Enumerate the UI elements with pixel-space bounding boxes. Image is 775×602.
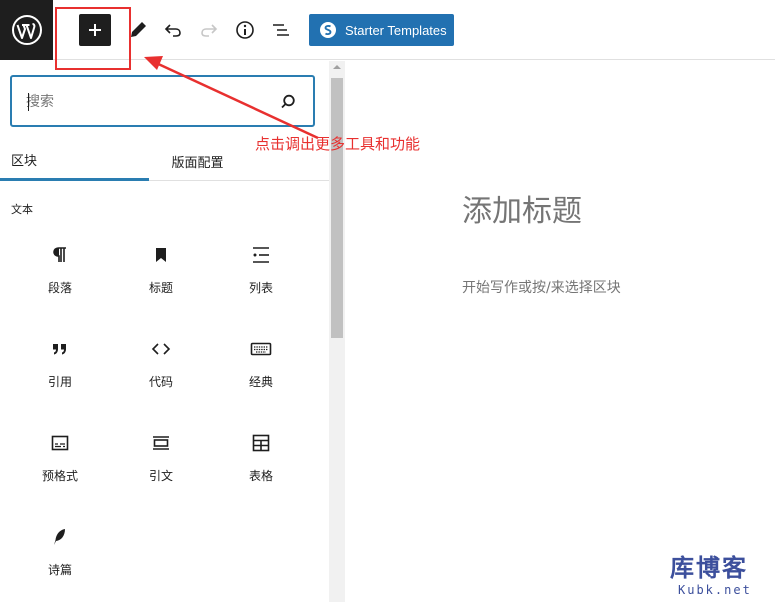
starter-templates-icon (320, 22, 336, 38)
starter-templates-label: Starter Templates (345, 22, 447, 38)
keyboard-icon (249, 337, 273, 361)
preformatted-icon (48, 431, 72, 455)
details-info-button[interactable] (231, 16, 259, 44)
block-quote[interactable]: 引用 (10, 337, 110, 417)
block-label: 引用 (47, 375, 72, 389)
site-watermark: 库博客 Kubk.net (670, 548, 765, 598)
block-label: 表格 (248, 469, 273, 483)
block-code[interactable]: 代码 (111, 337, 211, 417)
pullquote-icon (149, 431, 173, 455)
tab-patterns-label: 版面配置 (171, 155, 224, 171)
wordpress-logo-button[interactable] (0, 0, 53, 60)
block-label: 诗篇 (47, 563, 72, 577)
block-search-box[interactable] (10, 75, 315, 127)
list-view-icon (273, 24, 289, 36)
search-icon[interactable] (279, 93, 297, 111)
block-classic[interactable]: 经典 (211, 337, 311, 417)
tab-blocks-label: 区块 (11, 154, 38, 169)
watermark-en-text: Kubk.net (678, 583, 752, 597)
annotation-text: 点击调出更多工具和功能 (255, 135, 421, 153)
watermark-cn-text: 库博客 (670, 554, 748, 582)
text-caret (28, 93, 29, 111)
code-icon (149, 337, 173, 361)
info-icon (236, 21, 254, 39)
table-icon (249, 431, 273, 455)
redo-icon (201, 24, 218, 37)
block-list-item[interactable]: 列表 (211, 243, 311, 323)
list-icon (249, 243, 273, 267)
block-preformatted[interactable]: 预格式 (10, 431, 110, 511)
block-label: 预格式 (41, 469, 78, 483)
wordpress-icon (11, 15, 42, 45)
block-label: 代码 (148, 375, 173, 389)
starter-templates-button[interactable]: Starter Templates (309, 14, 454, 46)
heading-bookmark-icon (149, 243, 173, 267)
block-heading[interactable]: 标题 (111, 243, 211, 323)
annotation-highlight-box (55, 7, 131, 70)
pencil-icon (131, 22, 146, 37)
block-label: 列表 (248, 281, 273, 295)
block-pullquote[interactable]: 引文 (111, 431, 211, 511)
scrollbar-thumb[interactable] (331, 78, 343, 338)
block-label: 段落 (47, 281, 72, 295)
tab-blocks[interactable]: 区块 (0, 141, 149, 181)
block-label: 引文 (148, 469, 173, 483)
block-verse[interactable]: 诗篇 (10, 525, 110, 602)
list-view-button[interactable] (267, 16, 295, 44)
block-label: 标题 (148, 281, 173, 295)
block-table[interactable]: 表格 (211, 431, 311, 511)
paragraph-icon (48, 243, 72, 267)
undo-button[interactable] (159, 16, 187, 44)
block-paragraph[interactable]: 段落 (10, 243, 110, 323)
scroll-up-arrow[interactable] (333, 65, 341, 69)
verse-feather-icon (48, 525, 72, 549)
post-body-placeholder[interactable]: 开始写作或按/来选择区块 (462, 277, 621, 297)
quote-icon (48, 337, 72, 361)
undo-icon (164, 24, 181, 37)
block-label: 经典 (248, 375, 273, 389)
category-title-text: 文本 (11, 203, 33, 216)
post-title-placeholder[interactable]: 添加标题 (462, 186, 582, 230)
block-search-input[interactable] (26, 91, 266, 113)
redo-button[interactable] (195, 16, 223, 44)
